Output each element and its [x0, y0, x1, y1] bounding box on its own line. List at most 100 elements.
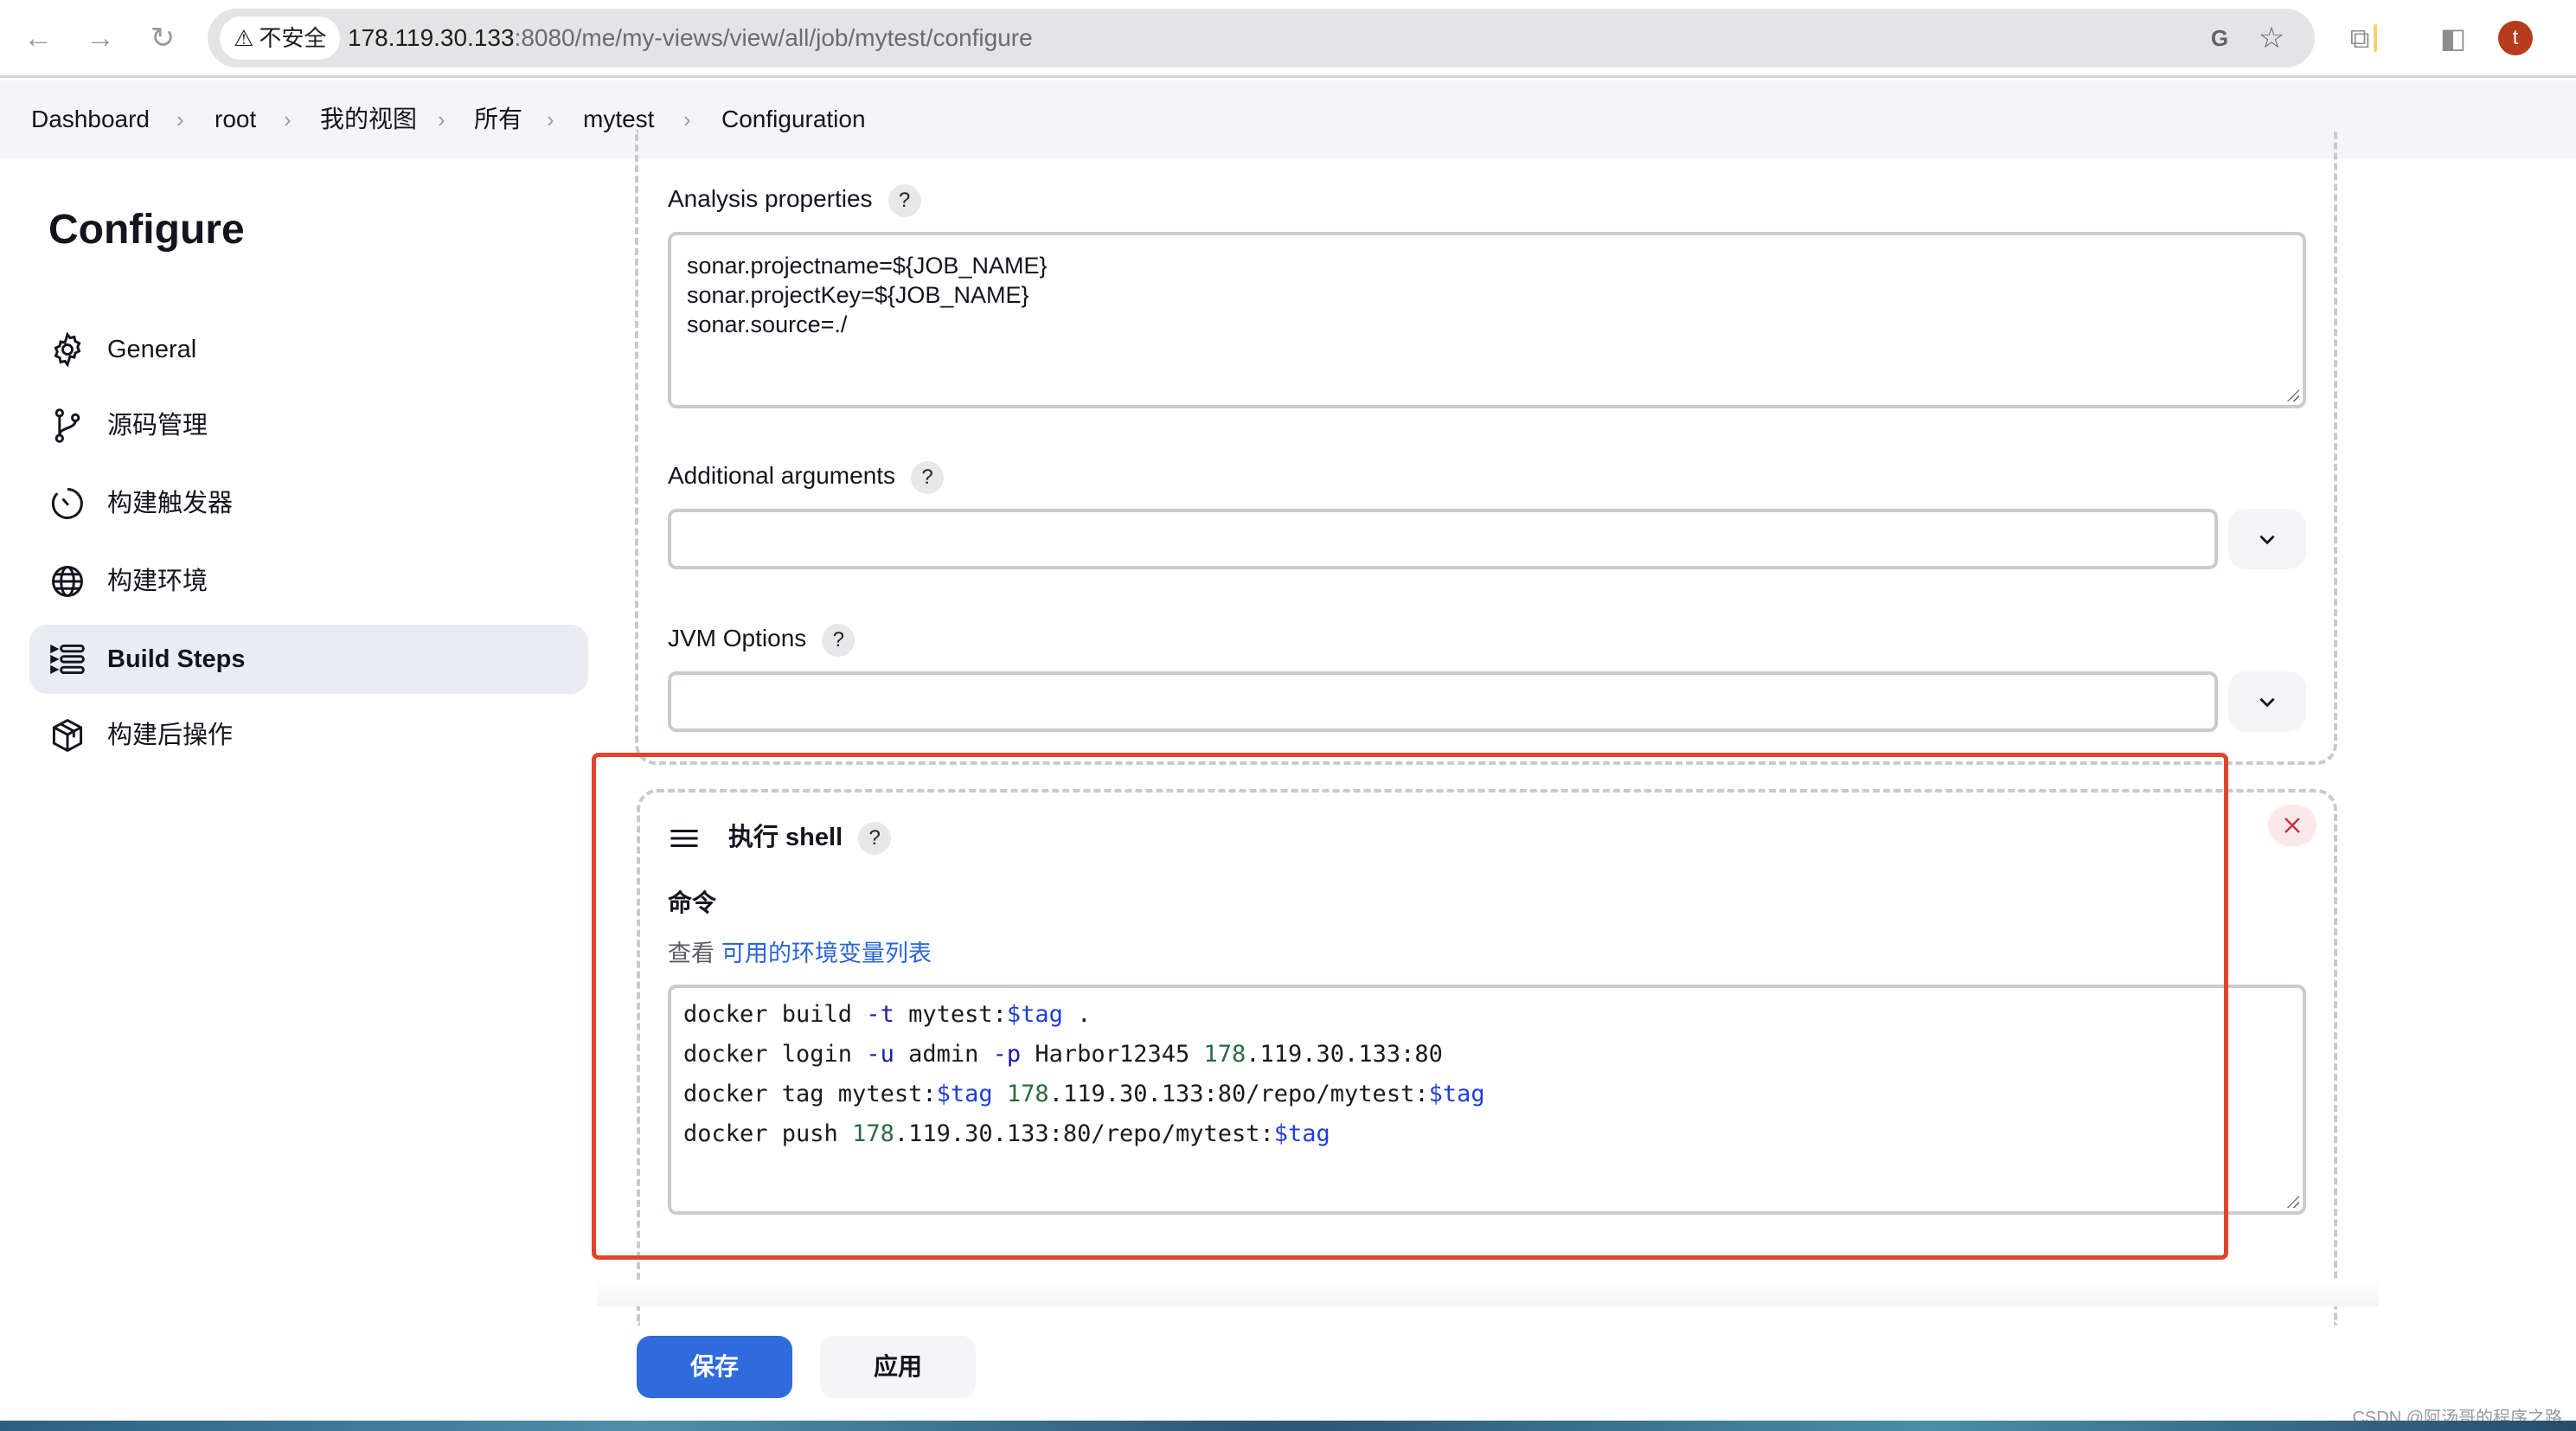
shell-step-title: 执行 shell?: [728, 820, 892, 856]
sidebar-item-label: 源码管理: [107, 412, 208, 440]
help-icon[interactable]: ?: [911, 460, 945, 494]
security-chip[interactable]: ⚠ 不安全: [220, 16, 341, 60]
command-line: docker tag mytest: $tag 178.119.30.133:80…: [683, 1075, 1485, 1114]
sonar-scanner-step: [635, 130, 2337, 765]
token-text: docker login: [683, 1041, 867, 1068]
url-host: 178.119.30.133: [348, 24, 515, 51]
desktop-background: [0, 1421, 2576, 1431]
chevron-right-icon: ›: [176, 106, 184, 132]
avatar[interactable]: t: [2498, 21, 2533, 55]
chevron-right-icon: ›: [438, 106, 445, 132]
token-var: $tag: [1428, 1081, 1485, 1107]
url-path: :8080/me/my-views/view/all/job/mytest/co…: [514, 24, 1033, 51]
token-num: 178: [1006, 1081, 1049, 1107]
sidebar-item-label: 构建触发器: [107, 490, 234, 517]
token-text: Harbor12345: [1021, 1041, 1204, 1068]
sidebar-item-label: Build Steps: [107, 645, 246, 673]
field-label-text: JVM Options: [668, 625, 807, 651]
sidebar-item-post-build[interactable]: 构建后操作: [29, 701, 588, 770]
bookmark-star-icon[interactable]: ☆: [2254, 21, 2289, 55]
warning-icon: ⚠: [234, 25, 254, 51]
chevron-down-icon: [2259, 697, 2275, 708]
sidebar-item-triggers[interactable]: 构建触发器: [29, 469, 588, 538]
token-text: docker tag mytest:: [683, 1081, 937, 1107]
resize-handle[interactable]: [2285, 388, 2299, 401]
additional-arguments-expand-button[interactable]: [2228, 509, 2306, 569]
breadcrumb-my-views[interactable]: 我的视图: [320, 80, 417, 158]
env-vars-hint: 查看 可用的环境变量列表: [668, 934, 932, 968]
sidebar-item-build-steps[interactable]: Build Steps: [29, 625, 588, 694]
additional-arguments-input[interactable]: [668, 509, 2218, 569]
token-text: .119.30.133:80/repo/mytest:: [894, 1120, 1274, 1147]
page-title: Configure: [48, 207, 245, 253]
resize-handle[interactable]: [2285, 1194, 2299, 1208]
command-label: 命令: [668, 889, 717, 916]
apply-button[interactable]: 应用: [820, 1336, 976, 1398]
token-num: 178: [1203, 1041, 1246, 1068]
back-icon[interactable]: ←: [17, 17, 59, 59]
timer-icon: [51, 488, 83, 519]
command-line: docker login -u admin -p Harbor12345 178…: [683, 1035, 1485, 1075]
sidebar-item-scm[interactable]: 源码管理: [29, 391, 588, 460]
token-num: 178: [852, 1120, 894, 1147]
breadcrumb-root[interactable]: root: [215, 80, 256, 158]
sidebar-item-label: 构建环境: [107, 568, 208, 595]
jvm-options-input[interactable]: [668, 671, 2218, 732]
address-bar[interactable]: ⚠ 不安全 178.119.30.133:8080/me/my-views/vie…: [208, 9, 2315, 67]
side-panel-icon[interactable]: ◧: [2434, 19, 2472, 57]
token-text: docker build: [683, 1001, 867, 1028]
field-label-text: Additional arguments: [668, 462, 896, 489]
save-button[interactable]: 保存: [637, 1336, 792, 1398]
token-text: mytest:: [894, 1001, 1007, 1028]
env-hint-prefix: 查看: [668, 940, 714, 966]
chevron-down-icon: [2259, 535, 2275, 545]
token-text: .119.30.133:80/repo/mytest:: [1048, 1081, 1429, 1107]
additional-arguments-label: Additional arguments?: [668, 459, 945, 494]
help-icon[interactable]: ?: [858, 822, 892, 856]
sidebar-item-general[interactable]: General: [29, 315, 588, 384]
sticky-footer-shadow: [597, 1280, 2379, 1306]
drag-handle-icon[interactable]: [670, 827, 699, 850]
chevron-right-icon: ›: [547, 106, 554, 132]
token-text: .119.30.133:80: [1246, 1041, 1443, 1068]
url-text[interactable]: 178.119.30.133:8080/me/my-views/view/all…: [348, 9, 1033, 67]
sidebar-item-environment[interactable]: 构建环境: [29, 547, 588, 616]
command-line: docker build -t mytest:$tag .: [683, 995, 1485, 1035]
token-var: $tag: [1006, 1001, 1063, 1028]
close-icon: [2284, 818, 2300, 833]
jvm-options-expand-button[interactable]: [2228, 671, 2306, 732]
sidebar-item-label: General: [107, 336, 197, 363]
command-textarea[interactable]: docker build -t mytest:$tag . docker logi…: [668, 985, 2306, 1215]
jvm-options-label: JVM Options?: [668, 621, 855, 657]
translate-icon[interactable]: G: [2202, 21, 2237, 55]
help-icon[interactable]: ?: [888, 183, 921, 217]
analysis-properties-textarea[interactable]: sonar.projectname=${JOB_NAME} sonar.proj…: [668, 232, 2306, 408]
reload-icon[interactable]: ↻: [142, 17, 183, 59]
command-code: docker build -t mytest:$tag . docker logi…: [683, 995, 1485, 1154]
env-vars-link[interactable]: 可用的环境变量列表: [721, 940, 932, 966]
gear-icon: [54, 331, 81, 368]
chevron-right-icon: ›: [284, 106, 292, 132]
delete-step-button[interactable]: [2268, 805, 2316, 846]
token-var: $tag: [1273, 1120, 1330, 1147]
security-label: 不安全: [259, 25, 327, 51]
token-text: admin: [894, 1041, 993, 1068]
token-flag: -t: [866, 1001, 894, 1028]
forward-icon[interactable]: →: [80, 17, 121, 59]
textarea-content: sonar.projectname=${JOB_NAME} sonar.proj…: [687, 253, 1048, 337]
globe-icon: [52, 566, 83, 597]
step-title-text: 执行 shell: [728, 824, 843, 851]
list-steps-icon: [50, 644, 85, 675]
git-branch-icon: [54, 408, 80, 443]
package-icon: [52, 718, 83, 753]
field-label-text: Analysis properties: [668, 185, 873, 212]
breadcrumb-all[interactable]: 所有: [474, 80, 522, 158]
browser-toolbar: ← → ↻ ⚠ 不安全 178.119.30.133:8080/me/my-vie…: [0, 0, 2576, 78]
token-flag: -p: [992, 1041, 1022, 1068]
token-text: docker push: [683, 1120, 853, 1147]
sidebar-item-label: 构建后操作: [107, 722, 234, 749]
breadcrumb-dashboard[interactable]: Dashboard: [31, 80, 150, 158]
toolbar-divider: [2374, 24, 2377, 52]
help-icon[interactable]: ?: [822, 623, 855, 657]
